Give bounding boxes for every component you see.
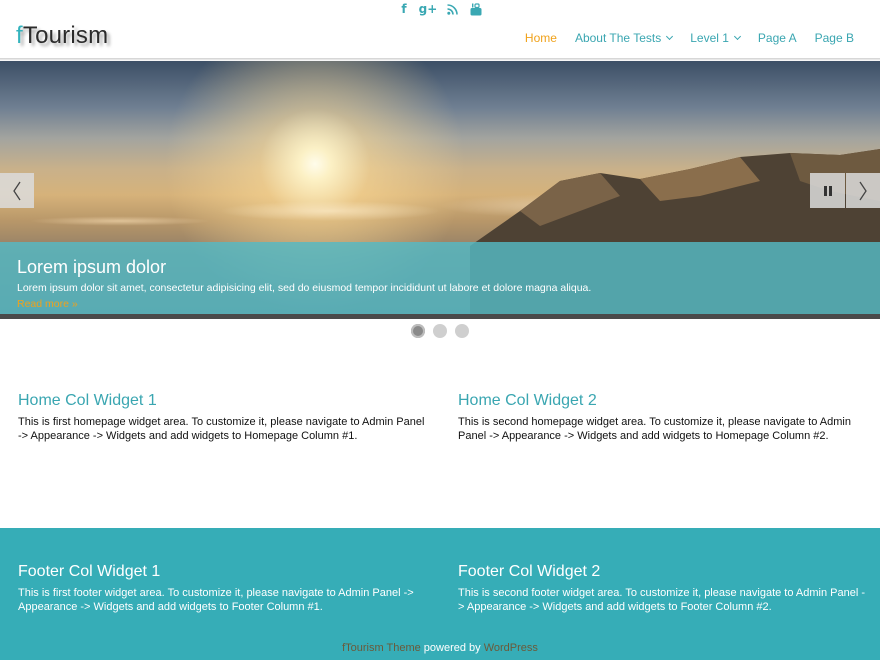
wordpress-link[interactable]: WordPress bbox=[484, 642, 538, 654]
nav-home[interactable]: Home bbox=[525, 31, 557, 45]
footer-widget-2-title: Footer Col Widget 2 bbox=[458, 563, 601, 580]
slider-dot-1[interactable] bbox=[411, 324, 425, 338]
logo-text: Tourism bbox=[22, 22, 109, 49]
footer-credit: fTourism Theme powered by WordPress bbox=[0, 642, 880, 654]
site-logo[interactable]: fTourism bbox=[16, 22, 108, 50]
home-widget-1: Home Col Widget 1 This is first homepage… bbox=[18, 392, 428, 443]
chevron-right-icon bbox=[859, 181, 867, 200]
theme-link[interactable]: fTourism Theme bbox=[342, 642, 421, 654]
facebook-icon[interactable]: f bbox=[398, 2, 410, 16]
slider-next-button[interactable] bbox=[846, 173, 880, 208]
nav-level1-label: Level 1 bbox=[690, 31, 729, 45]
footer-widget-2-text: This is second footer widget area. To cu… bbox=[458, 587, 866, 613]
nav-about[interactable]: About The Tests bbox=[574, 31, 674, 45]
slider-pagination bbox=[0, 324, 880, 338]
chevron-down-icon bbox=[733, 32, 741, 41]
slider-pause-button[interactable] bbox=[810, 173, 845, 208]
read-more-link[interactable]: Read more » bbox=[17, 298, 78, 310]
slider-prev-button[interactable] bbox=[0, 173, 34, 208]
slide-caption-bar bbox=[0, 314, 880, 319]
pause-icon-bar bbox=[828, 185, 832, 196]
nav-page-a[interactable]: Page A bbox=[758, 31, 797, 45]
nav-level1[interactable]: Level 1 bbox=[690, 31, 741, 45]
nav-page-a-label: Page A bbox=[757, 31, 797, 45]
nav-page-b[interactable]: Page B bbox=[815, 31, 854, 45]
nav-page-b-label: Page B bbox=[814, 31, 854, 45]
home-widget-2-text: This is second homepage widget area. To … bbox=[458, 416, 851, 442]
footer-widget-1-text: This is first footer widget area. To cus… bbox=[18, 587, 414, 613]
home-widget-1-text: This is first homepage widget area. To c… bbox=[18, 416, 425, 442]
chevron-left-icon bbox=[13, 181, 21, 200]
main-nav: Home About The Tests Level 1 Page A Page… bbox=[525, 31, 854, 45]
nav-about-label: About The Tests bbox=[574, 31, 662, 45]
nav-home-label: Home bbox=[524, 31, 557, 45]
youtube-icon[interactable] bbox=[470, 2, 482, 16]
rss-icon[interactable] bbox=[446, 2, 458, 16]
slide-caption bbox=[0, 242, 880, 314]
logo-initial: f bbox=[16, 22, 23, 49]
footer-widget-1-title: Footer Col Widget 1 bbox=[18, 563, 161, 580]
footer-widget-2: Footer Col Widget 2 This is second foote… bbox=[458, 563, 868, 614]
slider-dot-2[interactable] bbox=[433, 324, 447, 338]
slide-title: Lorem ipsum dolor bbox=[17, 257, 167, 277]
home-widget-2: Home Col Widget 2 This is second homepag… bbox=[458, 392, 868, 443]
home-widget-2-title: Home Col Widget 2 bbox=[458, 392, 597, 409]
hero-slider: Lorem ipsum dolor Lorem ipsum dolor sit … bbox=[0, 61, 880, 319]
footer-widget-1: Footer Col Widget 1 This is first footer… bbox=[18, 563, 428, 614]
social-links: f g+ bbox=[0, 2, 880, 20]
pause-icon-bar bbox=[823, 185, 827, 196]
site-footer: Footer Col Widget 1 This is first footer… bbox=[0, 528, 880, 660]
credit-powered-by: powered by bbox=[420, 642, 484, 654]
chevron-down-icon bbox=[666, 32, 674, 41]
google-plus-icon[interactable]: g+ bbox=[419, 2, 438, 16]
slider-dot-3[interactable] bbox=[455, 324, 469, 338]
home-widget-1-title: Home Col Widget 1 bbox=[18, 392, 157, 409]
slide-text: Lorem ipsum dolor sit amet, consectetur … bbox=[17, 282, 592, 294]
